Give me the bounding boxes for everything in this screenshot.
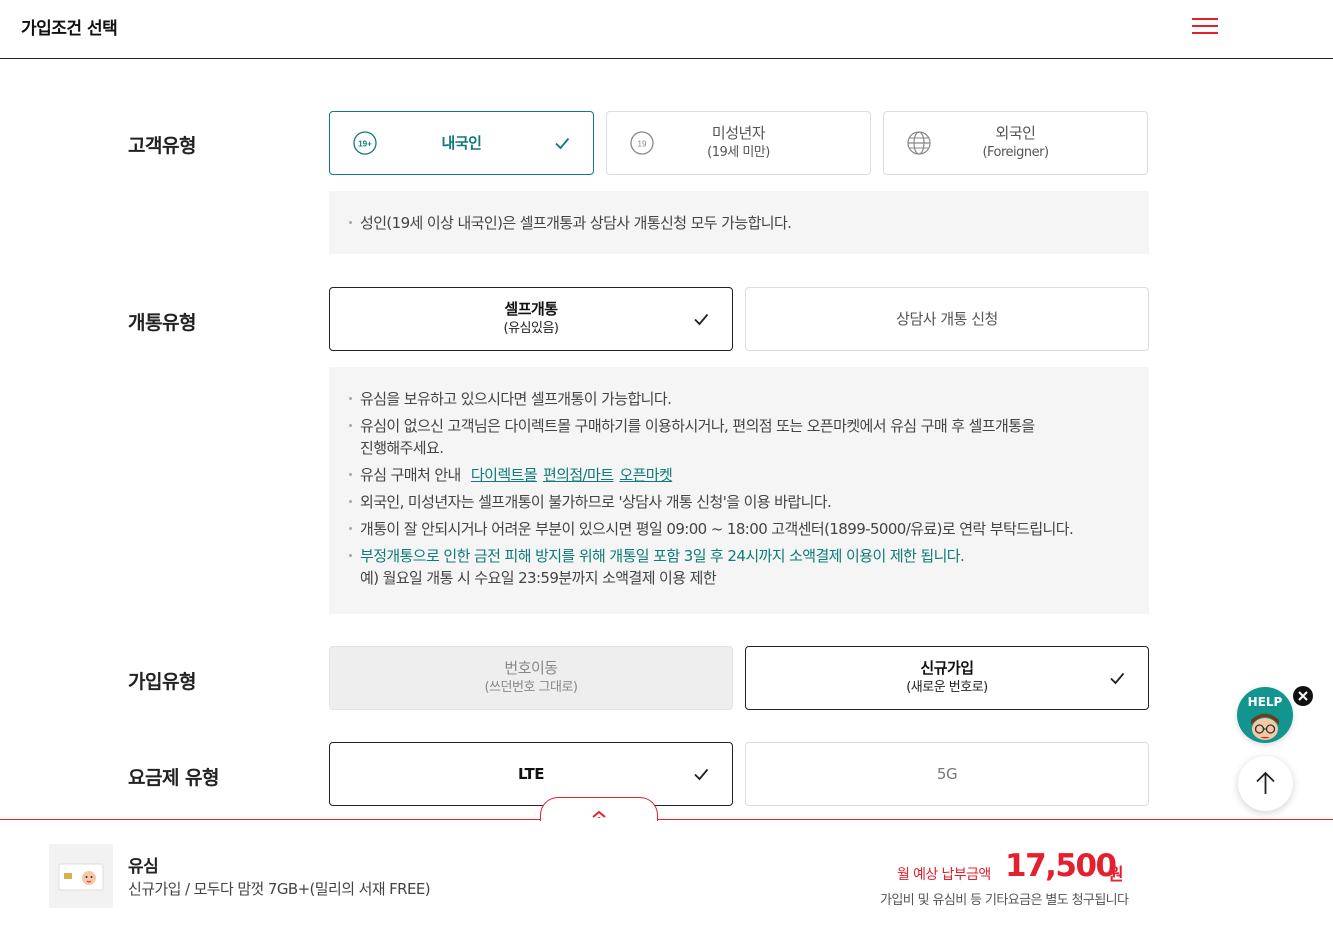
open-type-label: 개통유형 bbox=[128, 312, 196, 334]
link-direct-mall[interactable]: 다이렉트몰 bbox=[471, 466, 538, 484]
check-icon bbox=[694, 313, 709, 326]
page-title: 가입조건 선택 bbox=[21, 19, 118, 39]
close-icon[interactable] bbox=[1293, 686, 1313, 706]
info-text: 유심을 보유하고 있으시다면 셀프개통이 가능합니다. bbox=[349, 388, 1129, 410]
usim-card-icon bbox=[58, 863, 104, 891]
option-5g[interactable]: 5G bbox=[745, 742, 1149, 806]
help-widget: HELP bbox=[1237, 686, 1313, 746]
customer-type-label: 고객유형 bbox=[128, 135, 196, 157]
option-lte-label: LTE bbox=[517, 765, 545, 783]
option-5g-label: 5G bbox=[936, 765, 958, 783]
info-text: 예) 월요일 개통 시 수요일 23:59분까지 소액결제 이용 제한 bbox=[360, 569, 717, 587]
hamburger-menu-icon[interactable] bbox=[1192, 18, 1218, 36]
globe-icon bbox=[907, 131, 931, 155]
top-header: 가입조건 선택 bbox=[0, 0, 1333, 59]
option-self-open-sub: (유심있음) bbox=[503, 321, 559, 336]
option-agent-open[interactable]: 상담사 개통 신청 bbox=[745, 287, 1149, 351]
sim-purchase-guide: 유심 구매처 안내 다이렉트몰 편의점/마트 오픈마켓 bbox=[349, 464, 1129, 486]
svg-text:19: 19 bbox=[638, 140, 647, 149]
info-text: 외국인, 미성년자는 셀프개통이 불가하므로 '상담사 개통 신청'을 이용 바… bbox=[349, 491, 1129, 513]
adult-19plus-icon: 19+ bbox=[353, 131, 377, 155]
option-new-join-label: 신규가입 bbox=[920, 659, 974, 677]
scroll-to-top-button[interactable] bbox=[1238, 756, 1293, 811]
option-foreigner[interactable]: 외국인 (Foreigner) bbox=[883, 111, 1148, 175]
option-domestic-label: 내국인 bbox=[441, 134, 482, 152]
svg-text:19+: 19+ bbox=[358, 140, 372, 149]
info-text: 성인(19세 이상 내국인)은 셀프개통과 상담사 개통신청 모두 가능합니다. bbox=[349, 212, 1129, 234]
check-icon bbox=[1110, 672, 1125, 685]
option-new-join[interactable]: 신규가입 (새로운 번호로) bbox=[745, 646, 1149, 710]
check-icon bbox=[555, 137, 570, 150]
check-icon bbox=[694, 768, 709, 781]
option-minor[interactable]: 19 미성년자 (19세 미만) bbox=[606, 111, 871, 175]
option-foreigner-label: 외국인 bbox=[995, 124, 1036, 142]
plan-type-label: 요금제 유형 bbox=[128, 767, 220, 789]
option-lte[interactable]: LTE bbox=[329, 742, 733, 806]
info-text: 진행해주세요. bbox=[360, 439, 444, 457]
info-text: 유심이 없으신 고객님은 다이렉트몰 구매하기를 이용하시거나, 편의점 또는 … bbox=[349, 415, 1129, 437]
join-type-label: 가입유형 bbox=[128, 671, 196, 693]
product-name: 유심 bbox=[128, 857, 159, 877]
bottom-summary-bar bbox=[0, 819, 1333, 931]
info-text: 개통이 잘 안되시거나 어려운 부분이 있으시면 평일 09:00 ~ 18:0… bbox=[349, 518, 1129, 540]
option-agent-open-label: 상담사 개통 신청 bbox=[896, 310, 998, 328]
monthly-price-label: 월 예상 납부금액 bbox=[897, 867, 991, 883]
option-minor-label: 미성년자 bbox=[711, 124, 766, 142]
price-unit: 원 bbox=[1108, 865, 1124, 885]
link-convenience-store[interactable]: 편의점/마트 bbox=[543, 466, 614, 484]
option-new-join-sub: (새로운 번호로) bbox=[906, 680, 988, 695]
usim-card-thumbnail bbox=[49, 844, 113, 908]
product-description: 신규가입 / 모두다 맘껏 7GB+(밀리의 서재 FREE) bbox=[128, 880, 431, 898]
toggle-tab-cover bbox=[541, 818, 657, 822]
option-number-port: 번호이동 (쓰던번호 그대로) bbox=[329, 646, 733, 710]
under-19-icon: 19 bbox=[630, 131, 654, 155]
monthly-price: 17,500 bbox=[1005, 848, 1117, 884]
open-type-info: 유심을 보유하고 있으시다면 셀프개통이 가능합니다. 유심이 없으신 고객님은… bbox=[329, 367, 1149, 614]
option-domestic[interactable]: 19+ 내국인 bbox=[329, 111, 594, 175]
option-minor-sub: (19세 미만) bbox=[707, 145, 770, 160]
help-character-icon bbox=[1251, 713, 1279, 740]
info-text: 유심 구매처 안내 bbox=[360, 466, 461, 484]
price-note: 가입비 및 유심비 등 기타요금은 별도 청구됩니다 bbox=[880, 893, 1129, 908]
option-self-open[interactable]: 셀프개통 (유심있음) bbox=[329, 287, 733, 351]
arrow-up-icon bbox=[1256, 771, 1275, 794]
help-button[interactable]: HELP bbox=[1237, 687, 1293, 743]
info-warning: 부정개통으로 인한 금전 피해 방지를 위해 개통일 포함 3일 후 24시까지… bbox=[349, 545, 1129, 567]
option-self-open-label: 셀프개통 bbox=[504, 300, 558, 318]
option-number-port-label: 번호이동 bbox=[504, 659, 558, 677]
customer-type-info: 성인(19세 이상 내국인)은 셀프개통과 상담사 개통신청 모두 가능합니다. bbox=[329, 191, 1149, 254]
link-open-market[interactable]: 오픈마켓 bbox=[619, 466, 672, 484]
option-number-port-sub: (쓰던번호 그대로) bbox=[484, 680, 579, 695]
option-foreigner-sub: (Foreigner) bbox=[982, 145, 1049, 160]
